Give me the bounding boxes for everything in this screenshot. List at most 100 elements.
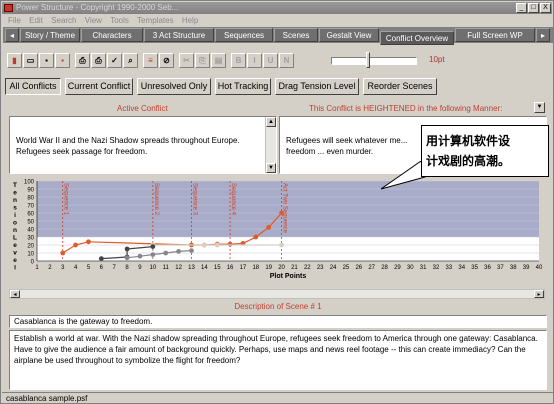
menu-tools[interactable]: Tools [110, 15, 129, 26]
active-conflict-label: Active Conflict [117, 104, 168, 113]
maximize-button[interactable]: □ [528, 3, 539, 13]
status-bar: casablanca sample.psf [2, 392, 553, 404]
chart-horizontal-scrollbar[interactable]: ◂ ▸ [9, 289, 545, 299]
active-conflict-pane[interactable]: World War II and the Nazi Shadow spreads… [9, 116, 277, 174]
tag-icon[interactable]: ⊘ [159, 53, 174, 68]
data-point [163, 250, 169, 256]
find-icon[interactable]: ⌕ [123, 53, 138, 68]
y-tick-label: 80 [27, 196, 34, 202]
tab-gestalt-view[interactable]: Gestalt View [319, 28, 379, 42]
scroll-right-icon[interactable]: ▸ [534, 290, 544, 298]
tab-story-theme[interactable]: Story / Theme [20, 28, 80, 42]
menu-templates[interactable]: Templates [137, 15, 173, 26]
drag-tension-level-button[interactable]: Drag Tension Level [275, 78, 359, 95]
hot-tracking-button[interactable]: Hot Tracking [215, 78, 271, 95]
y-tick-label: 0 [31, 260, 35, 266]
menu-edit[interactable]: Edit [29, 15, 43, 26]
y-tick-label: 70 [27, 204, 34, 210]
x-tick-label: 13 [188, 265, 195, 271]
active-conflict-text: World War II and the Nazi Shadow spreads… [16, 136, 240, 156]
tab-characters[interactable]: Characters [81, 28, 143, 42]
data-point [124, 255, 130, 261]
font-size-slider[interactable] [331, 57, 417, 65]
x-tick-label: 19 [265, 265, 272, 271]
x-tick-label: 26 [355, 265, 362, 271]
conflict-filter-bar: All Conflicts Current Conflict Unresolve… [3, 75, 553, 97]
x-tick-label: 3 [61, 265, 65, 271]
bold-icon[interactable]: B [231, 53, 246, 68]
tab-scroll-left-icon[interactable]: ◂ [5, 28, 19, 42]
y-axis-label-letter: l [14, 265, 16, 272]
tab-scroll-right-icon[interactable]: ▸ [536, 28, 550, 42]
heightened-text: Refugees will seek whatever me... freedo… [286, 136, 408, 156]
x-tick-label: 31 [420, 265, 427, 271]
font-size-label: 10pt [429, 55, 445, 64]
data-point [124, 246, 130, 252]
save-icon[interactable]: ▪ [39, 53, 54, 68]
menu-help[interactable]: Help [182, 15, 198, 26]
menu-bar: File Edit Search View Tools Templates He… [2, 15, 552, 26]
y-axis-label-letter: o [13, 220, 17, 227]
all-conflicts-button[interactable]: All Conflicts [5, 78, 61, 95]
sequence-marker-label: Sequence 1 [63, 183, 69, 216]
y-tick-label: 60 [27, 212, 34, 218]
tab-sequences[interactable]: Sequences [215, 28, 273, 42]
underline-icon[interactable]: U [263, 53, 278, 68]
x-tick-label: 1 [35, 265, 39, 271]
strike-icon[interactable]: N [279, 53, 294, 68]
tab-conflict-overview[interactable]: Conflict Overview [380, 31, 454, 45]
slider-thumb[interactable] [366, 52, 370, 68]
app-window: Power Structure - Copyright 1990-2000 Se… [0, 0, 554, 404]
x-tick-label: 27 [368, 265, 375, 271]
scene-summary-field[interactable]: Casablanca is the gateway to freedom. [9, 315, 547, 328]
y-axis-label-letter: n [13, 197, 17, 204]
italic-icon[interactable]: I [247, 53, 262, 68]
tab-full-screen-wp[interactable]: Full Screen WP [455, 28, 535, 42]
new-doc-icon[interactable]: ▮ [7, 53, 22, 68]
reorder-scenes-button[interactable]: Reorder Scenes [363, 78, 437, 95]
save-all-icon[interactable]: ▪ [55, 53, 70, 68]
print-icon[interactable]: ⎙ [75, 53, 90, 68]
scene-description-label: Description of Scene # 1 [234, 302, 322, 311]
x-tick-label: 7 [113, 265, 117, 271]
menu-view[interactable]: View [85, 15, 102, 26]
sequence-marker-label: Sequence 3 [191, 183, 197, 216]
spell-check-icon[interactable]: ✓ [107, 53, 122, 68]
y-tick-label: 100 [24, 180, 35, 186]
tab-scenes[interactable]: Scenes [274, 28, 318, 42]
x-tick-label: 18 [252, 265, 259, 271]
data-point [279, 210, 284, 216]
tab-3-act-structure[interactable]: 3 Act Structure [144, 28, 214, 42]
x-tick-label: 29 [394, 265, 401, 271]
x-tick-label: 28 [381, 265, 388, 271]
dropdown-arrow-icon[interactable]: ▼ [534, 102, 545, 113]
scroll-up-icon[interactable]: ▲ [266, 117, 276, 127]
paste-icon[interactable]: ▤ [211, 53, 226, 68]
cut-icon[interactable]: ✂ [179, 53, 194, 68]
y-tick-label: 90 [27, 188, 34, 194]
current-conflict-button[interactable]: Current Conflict [65, 78, 133, 95]
tension-chart[interactable]: 0 10 20 30 40 50 60 70 80 90 100 1 2 3 4 5 6 7 8 9 10 11 12 13 1… [3, 175, 551, 287]
app-icon [4, 4, 13, 12]
unresolved-only-button[interactable]: Unresolved Only [137, 78, 211, 95]
main-tabs: ◂ Story / Theme Characters 3 Act Structu… [3, 27, 553, 45]
y-axis-label-letter: L [13, 235, 17, 242]
title-bar: Power Structure - Copyright 1990-2000 Se… [2, 2, 552, 14]
close-button[interactable]: X [540, 3, 551, 13]
scene-description-textarea[interactable]: Establish a world at war. With the Nazi … [9, 330, 547, 390]
notes-icon[interactable]: ≡ [143, 53, 158, 68]
open-icon[interactable]: ▭ [23, 53, 38, 68]
scroll-down-icon[interactable]: ▼ [266, 163, 276, 173]
x-tick-label: 17 [240, 265, 247, 271]
active-conflict-scrollbar[interactable]: ▲ ▼ [265, 117, 276, 173]
minimize-button[interactable]: _ [516, 3, 527, 13]
copy-icon[interactable]: ⎘ [195, 53, 210, 68]
print-preview-icon[interactable]: ⎙ [91, 53, 106, 68]
x-tick-label: 10 [150, 265, 157, 271]
menu-file[interactable]: File [8, 15, 21, 26]
x-tick-label: 23 [317, 265, 324, 271]
x-tick-label: 15 [214, 265, 221, 271]
menu-search[interactable]: Search [51, 15, 76, 26]
scroll-left-icon[interactable]: ◂ [10, 290, 20, 298]
annotation-callout: 用计算机软件设 计戏剧的高潮。 [421, 125, 549, 177]
